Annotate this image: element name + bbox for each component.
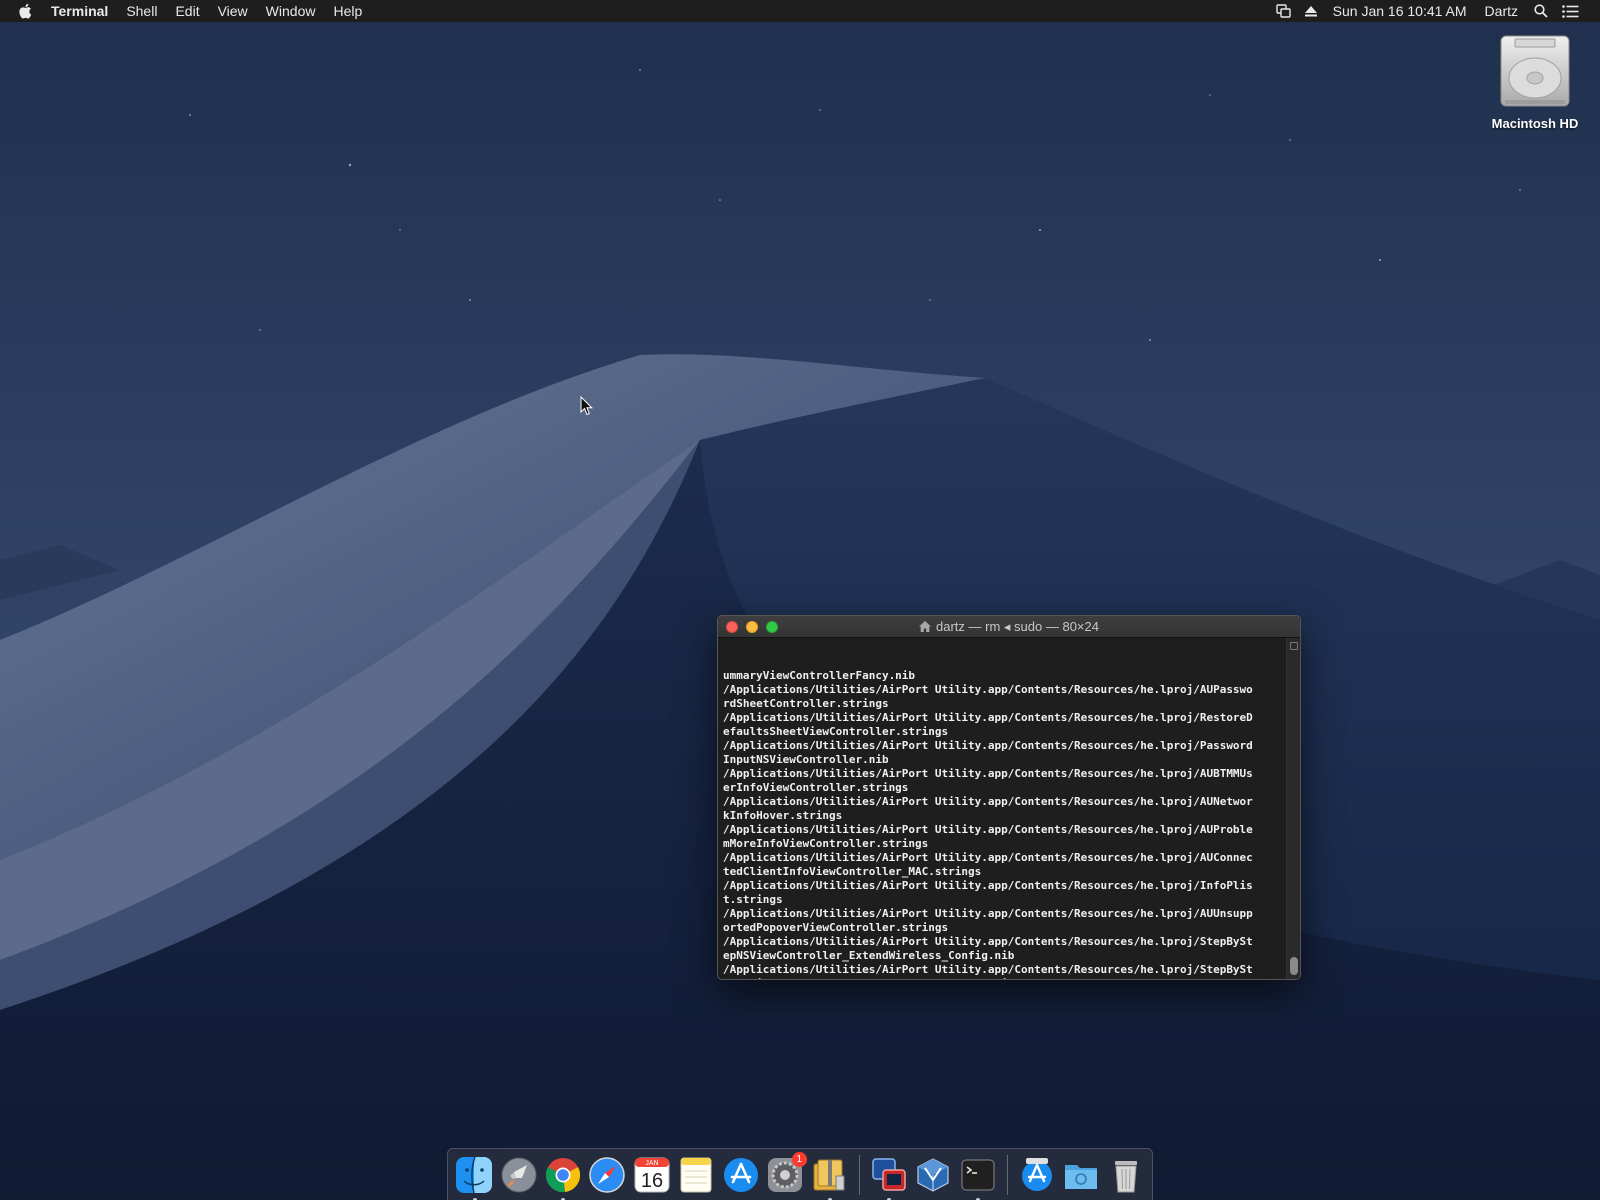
dock-item-trash[interactable] (1105, 1154, 1146, 1196)
launchpad-icon (501, 1157, 537, 1192)
app-store-downloads-icon (1022, 1157, 1053, 1191)
terminal-lines: ummaryViewControllerFancy.nib/Applicatio… (723, 669, 1281, 979)
terminal-line: /Applications/Utilities/AirPort Utility.… (723, 963, 1253, 976)
dock-item-virtualbox[interactable] (913, 1154, 954, 1196)
notification-center-icon[interactable] (1555, 0, 1586, 22)
window-controls (726, 621, 786, 633)
dock-separator (1006, 1154, 1008, 1195)
terminal-line: /Applications/Utilities/AirPort Utility.… (723, 711, 1253, 724)
archive-utility-icon (813, 1159, 845, 1190)
dock-item-calendar[interactable]: JAN 16 (631, 1154, 672, 1196)
terminal-line: /Applications/Utilities/AirPort Utility.… (723, 795, 1253, 808)
screen-mirroring-icon[interactable] (1269, 0, 1298, 22)
split-pane-icon[interactable] (1290, 642, 1298, 650)
dock-item-finder[interactable] (454, 1154, 495, 1200)
spotlight-search-icon[interactable] (1527, 0, 1555, 22)
terminal-line: /Applications/Utilities/AirPort Utility.… (723, 907, 1253, 920)
finder-icon (456, 1156, 493, 1193)
terminal-line: efaultsSheetViewController.strings (723, 725, 949, 738)
terminal-line: t.strings (723, 893, 783, 906)
dock-item-archive-utility[interactable] (809, 1154, 850, 1200)
calendar-day: 16 (641, 1170, 663, 1192)
terminal-line: ortedPopoverViewController.strings (723, 921, 949, 934)
remote-desktop-icon (872, 1157, 906, 1191)
terminal-line: epNSViewController_ExtendWireless_Config… (723, 949, 1015, 962)
terminal-icon (961, 1159, 995, 1190)
dock-item-app-store[interactable] (720, 1154, 761, 1196)
terminal-line: mMoreInfoViewController.strings (723, 837, 929, 850)
terminal-line: ummaryViewControllerFancy.nib (723, 669, 916, 682)
mouse-pointer-icon (580, 396, 594, 416)
dock-item-chrome[interactable] (542, 1154, 583, 1200)
dock-item-app-store-downloads[interactable] (1016, 1154, 1057, 1196)
minimize-button[interactable] (746, 621, 758, 633)
menu-bar-left: Terminal Shell Edit View Window Help (18, 0, 371, 22)
terminal-line: rdSheetController.strings (723, 697, 889, 710)
notification-badge: 1 (791, 1151, 807, 1167)
menu-view[interactable]: View (209, 0, 257, 22)
menu-bar-right: Sun Jan 16 10:41 AM Dartz (1269, 0, 1586, 22)
terminal-window[interactable]: dartz — rm ◂ sudo — 80×24 ummaryViewCont… (717, 615, 1301, 980)
dock-separator (858, 1154, 860, 1195)
terminal-line: /Applications/Utilities/AirPort Utility.… (723, 879, 1253, 892)
terminal-scrollbar[interactable] (1286, 638, 1300, 979)
menu-bar: Terminal Shell Edit View Window Help Sun… (0, 0, 1600, 22)
downloads-folder-icon (1065, 1164, 1098, 1189)
menu-edit[interactable]: Edit (166, 0, 208, 22)
dock-item-remote-desktop[interactable] (868, 1154, 909, 1200)
chrome-icon (545, 1157, 581, 1192)
scroll-thumb[interactable] (1290, 957, 1298, 975)
desktop-drive-item[interactable]: Macintosh HD (1480, 30, 1590, 131)
calendar-icon: JAN 16 (634, 1157, 670, 1192)
terminal-title-text: dartz — rm ◂ sudo — 80×24 (936, 618, 1099, 634)
dock-item-safari[interactable] (587, 1154, 628, 1196)
terminal-line: /Applications/Utilities/AirPort Utility.… (723, 851, 1253, 864)
dock-item-downloads-folder[interactable] (1061, 1154, 1102, 1196)
drive-label: Macintosh HD (1491, 116, 1579, 131)
apple-icon[interactable] (18, 3, 42, 19)
desktop-wallpaper (0, 0, 1600, 1200)
terminal-output[interactable]: ummaryViewControllerFancy.nib/Applicatio… (718, 638, 1286, 979)
terminal-line: erInfoViewController.strings (723, 781, 909, 794)
menu-help[interactable]: Help (324, 0, 371, 22)
virtualbox-icon (917, 1157, 949, 1192)
terminal-line: epNSViewController_CreateExtendOrReplace… (723, 977, 1281, 979)
terminal-line: InputNSViewController.nib (723, 753, 889, 766)
dock-item-terminal[interactable] (957, 1154, 998, 1200)
dock-item-launchpad[interactable] (498, 1154, 539, 1196)
terminal-titlebar[interactable]: dartz — rm ◂ sudo — 80×24 (718, 616, 1300, 638)
calendar-month: JAN (645, 1160, 658, 1167)
terminal-line: /Applications/Utilities/AirPort Utility.… (723, 767, 1253, 780)
menu-app-name[interactable]: Terminal (42, 0, 117, 22)
dock-item-notes[interactable] (676, 1154, 717, 1196)
close-button[interactable] (726, 621, 738, 633)
maximize-button[interactable] (766, 621, 778, 633)
terminal-line: /Applications/Utilities/AirPort Utility.… (723, 935, 1253, 948)
safari-icon (589, 1156, 626, 1193)
menu-clock[interactable]: Sun Jan 16 10:41 AM (1324, 0, 1476, 22)
dock-item-system-preferences[interactable]: 1 (764, 1151, 807, 1196)
menu-window[interactable]: Window (257, 0, 325, 22)
notes-icon (680, 1157, 712, 1192)
menu-shell[interactable]: Shell (117, 0, 166, 22)
terminal-line: /Applications/Utilities/AirPort Utility.… (723, 823, 1253, 836)
terminal-line: tedClientInfoViewController_MAC.strings (723, 865, 982, 878)
hard-drive-icon (1500, 35, 1570, 107)
terminal-line: kInfoHover.strings (723, 809, 843, 822)
eject-icon[interactable] (1298, 0, 1324, 22)
home-icon (919, 621, 932, 632)
terminal-line: /Applications/Utilities/AirPort Utility.… (723, 683, 1253, 696)
terminal-line: /Applications/Utilities/AirPort Utility.… (723, 739, 1253, 752)
dock: JAN 16 1 (447, 1148, 1153, 1200)
trash-icon (1114, 1160, 1137, 1192)
terminal-title: dartz — rm ◂ sudo — 80×24 (919, 619, 1099, 635)
menu-user[interactable]: Dartz (1476, 0, 1527, 22)
app-store-icon (723, 1157, 758, 1192)
